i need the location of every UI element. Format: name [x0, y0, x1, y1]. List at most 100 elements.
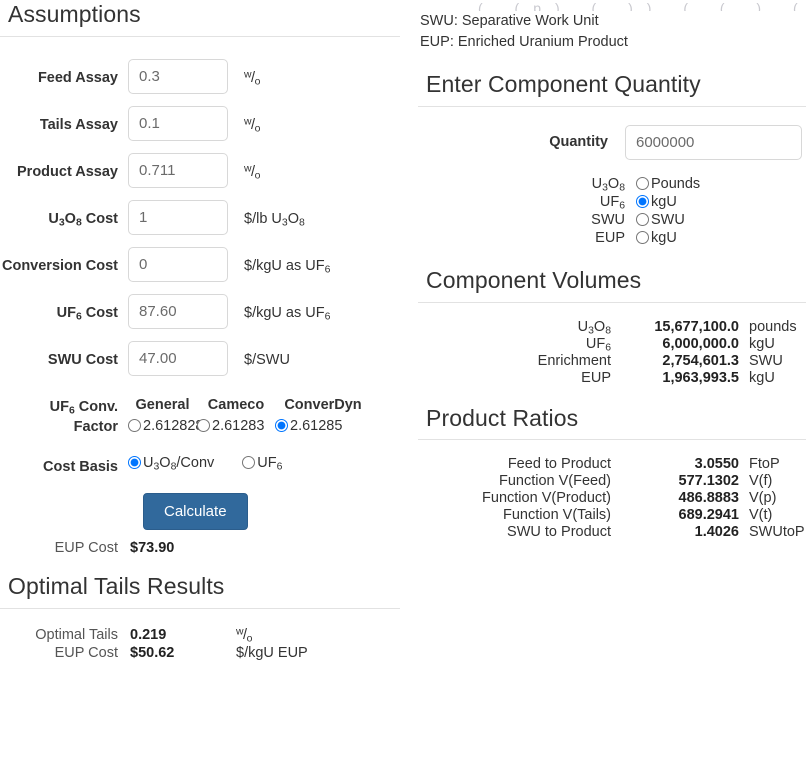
assumption-input[interactable]	[128, 246, 228, 282]
assumption-input[interactable]	[128, 293, 228, 329]
volume-unit: pounds	[749, 318, 797, 335]
component-radio[interactable]	[636, 213, 649, 227]
component-option[interactable]: kgU	[636, 194, 677, 210]
field-input-wrap	[128, 152, 230, 188]
calculate-row: Calculate	[0, 492, 400, 530]
ratio-unit: FtoP	[749, 456, 780, 473]
result-value: $50.62	[130, 644, 175, 661]
cost-basis-option[interactable]: UF6	[242, 455, 282, 472]
assumption-fields: Feed Assayw/oTails Assayw/oProduct Assay…	[0, 58, 400, 376]
eup-cost-row: EUP Cost $73.90	[0, 540, 400, 556]
ratio-row: Function V(Feed) 577.1302 V(f)	[418, 473, 806, 489]
eup-cost-value: $73.90	[130, 539, 175, 556]
assumption-input[interactable]	[128, 340, 228, 376]
calculate-button[interactable]: Calculate	[143, 492, 248, 530]
conv-factor-row: UF6 Conv. Factor General Cameco ConverDyn…	[0, 388, 400, 437]
component-option[interactable]: kgU	[636, 230, 677, 246]
field-input-wrap	[128, 58, 230, 94]
volume-label: EUP	[581, 369, 611, 386]
volume-unit: kgU	[749, 335, 775, 352]
ratio-unit: V(f)	[749, 473, 773, 490]
ratio-label: Feed to Product	[507, 456, 611, 473]
conv-col-general: General	[135, 396, 190, 413]
assumption-row: Feed Assay w/o	[0, 58, 400, 94]
field-input-wrap	[128, 246, 230, 282]
cost-basis-controls: U3O8/Conv UF6	[128, 455, 282, 472]
ratio-label: SWU to Product	[507, 524, 611, 541]
conv-factor-radio[interactable]	[275, 419, 288, 433]
ratio-row: Function V(Tails) 689.2941 V(t)	[418, 507, 806, 523]
optimal-tails-results: Optimal Tails 0.219 w/o EUP Cost $50.62 $/kgU…	[0, 625, 400, 661]
conv-factor-controls: General Cameco ConverDyn 2.612828 2.61283…	[128, 388, 371, 434]
assumption-input[interactable]	[128, 152, 228, 188]
component-option-row: U3O8 Pounds	[418, 176, 806, 193]
quantity-row: Quantity	[418, 124, 806, 160]
assumption-input[interactable]	[128, 199, 228, 235]
assumptions-heading: Assumptions	[0, 0, 400, 37]
component-volumes-heading: Component Volumes	[418, 266, 806, 303]
conv-factor-option[interactable]: 2.612828	[128, 418, 203, 434]
field-unit: w/o	[244, 69, 260, 88]
component-volumes-table: U3O8 15,677,100.0 pounds UF6 6,000,000.0 kgU E…	[418, 319, 806, 386]
conv-factor-radio[interactable]	[128, 419, 141, 433]
component-quantity-options: U3O8 Pounds UF6 kgU SWU SWU EUP kgU	[418, 176, 806, 246]
ratio-unit: V(t)	[749, 507, 773, 524]
abbr-eup: EUP: Enriched Uranium Product	[420, 33, 628, 50]
field-label: Tails Assay	[39, 116, 118, 133]
volume-label: U3O8	[577, 318, 611, 337]
component-option-row: EUP kgU	[418, 230, 806, 246]
quantity-label: Quantity	[549, 134, 608, 151]
product-ratios-heading: Product Ratios	[418, 404, 806, 441]
cost-basis-radio[interactable]	[128, 456, 141, 470]
assumption-input[interactable]	[128, 58, 228, 94]
component-radio[interactable]	[636, 231, 649, 245]
conv-factor-radio[interactable]	[197, 419, 210, 433]
result-label: EUP Cost	[54, 644, 118, 661]
conv-factor-option[interactable]: 2.61283	[197, 418, 275, 434]
volume-value: 2,754,601.3	[662, 352, 739, 369]
ratio-unit: V(p)	[749, 490, 777, 507]
ratio-row: SWU to Product 1.4026 SWUtoP	[418, 524, 806, 540]
quantity-field-wrap	[625, 124, 802, 160]
field-input-wrap	[128, 105, 230, 141]
ratio-label: Function V(Product)	[482, 490, 611, 507]
field-unit: $/SWU	[244, 351, 290, 368]
component-option[interactable]: Pounds	[636, 176, 700, 192]
ratio-value: 1.4026	[694, 524, 739, 541]
volume-row: UF6 6,000,000.0 kgU	[418, 335, 806, 353]
ratio-value: 486.8883	[678, 490, 739, 507]
product-ratios-table: Feed to Product 3.0550 FtoP Function V(Feed…	[418, 456, 806, 540]
cost-basis-radio[interactable]	[242, 456, 256, 470]
component-label: SWU	[591, 211, 625, 228]
conv-factor-value: 2.61283	[212, 417, 265, 434]
abbr-swu: SWU: Separative Work Unit	[420, 13, 599, 29]
assumption-row: U3O8 Cost $/lb U3O8	[0, 199, 400, 235]
volume-value: 6,000,000.0	[662, 335, 739, 352]
result-label: Optimal Tails	[35, 626, 118, 643]
assumption-input[interactable]	[128, 105, 228, 141]
field-label: Feed Assay	[37, 69, 118, 86]
component-radio[interactable]	[636, 195, 649, 209]
assumption-row: SWU Cost $/SWU	[0, 340, 400, 376]
quantity-input[interactable]	[625, 124, 802, 160]
field-input-wrap	[128, 199, 230, 235]
ratio-unit: SWUtoP	[749, 524, 805, 541]
field-label: UF6 Cost	[56, 304, 118, 323]
field-label: U3O8 Cost	[48, 210, 118, 229]
result-unit: w/o	[236, 625, 252, 645]
calculator-page: Assumptions Feed Assay w/o Tails Assay w/o P…	[0, 0, 806, 771]
component-radio[interactable]	[636, 177, 649, 191]
component-option[interactable]: SWU	[636, 212, 685, 228]
volume-row: U3O8 15,677,100.0 pounds	[418, 318, 806, 337]
conv-factor-option[interactable]: 2.61285	[275, 418, 371, 434]
cost-basis-option[interactable]: U3O8/Conv	[128, 455, 214, 472]
ratio-row: Function V(Product) 486.8883 V(p)	[418, 490, 806, 506]
result-row: EUP Cost $50.62 $/kgU EUP	[0, 645, 400, 661]
component-quantity-heading: Enter Component Quantity	[418, 70, 806, 107]
conv-col-converdyn: ConverDyn	[284, 396, 362, 413]
conv-factor-value: 2.61285	[290, 417, 343, 434]
